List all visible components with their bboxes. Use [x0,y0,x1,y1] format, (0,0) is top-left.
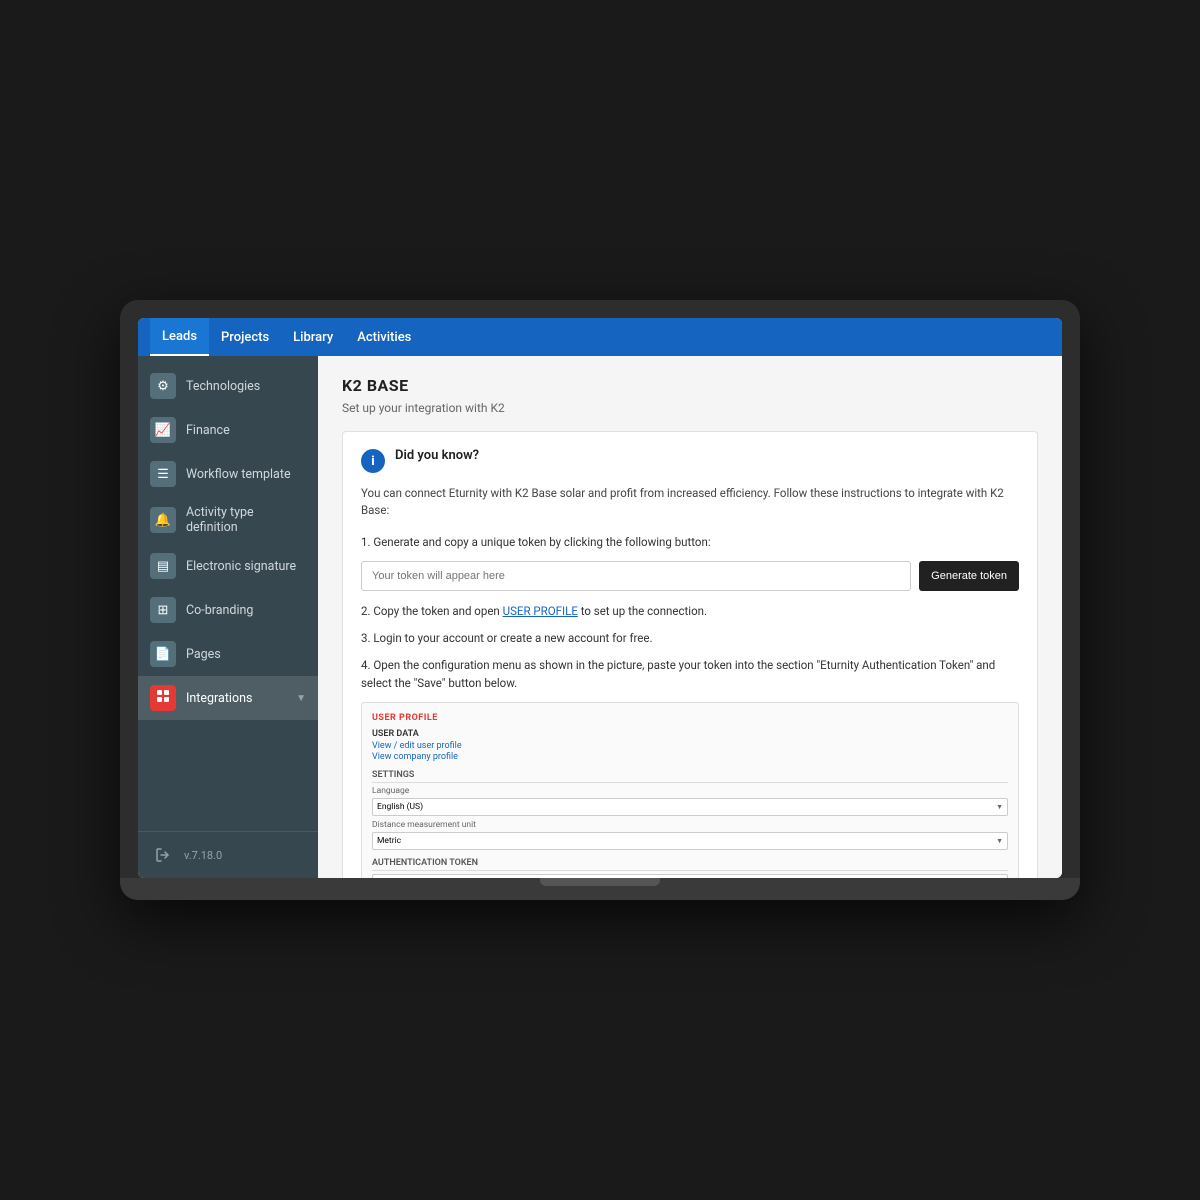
k2base-link[interactable]: USER PROFILE [503,604,578,618]
sidebar-label-pages: Pages [186,647,306,662]
info-card-title: Did you know? [395,448,479,463]
sidebar-item-pages[interactable]: 📄 Pages [138,632,318,676]
step2-text: 2. Copy the token and open USER PROFILE … [361,603,1019,620]
pages-icon: 📄 [155,647,171,662]
sidebar-item-electronic-signature[interactable]: ▤ Electronic signature [138,544,318,588]
finance-icon: 📈 [155,423,171,438]
k2-measurement-select[interactable]: Metric ▼ [372,832,1008,850]
k2-measurement-label: Distance measurement unit [372,820,1008,830]
esig-icon: ▤ [157,559,169,574]
k2-screenshot-mockup: USER PROFILE USER DATA View / edit user … [361,702,1019,878]
nav-activities[interactable]: Activities [345,318,423,356]
generate-token-button[interactable]: Generate token [919,561,1019,591]
version-label: v.7.18.0 [184,849,222,862]
sidebar-item-technologies[interactable]: ⚙ Technologies [138,364,318,408]
measurement-chevron-down-icon: ▼ [996,837,1003,845]
k2-auth-label: AUTHENTICATION TOKEN [372,858,1008,871]
page-title: K2 BASE [342,376,1038,395]
integrations-arrow: ▼ [296,693,306,704]
sidebar-item-activity-type[interactable]: 🔔 Activity type definition [138,496,318,544]
app-container: Leads Projects Library Activities [138,318,1062,878]
laptop-screen: Leads Projects Library Activities [138,318,1062,878]
main-layout: ⚙ Technologies 📈 Finance [138,356,1062,878]
k2-user-data-label: USER DATA [372,729,1008,739]
k2-section-title: USER PROFILE [372,713,1008,723]
sidebar-label-finance: Finance [186,423,306,438]
sidebar-icon-box-activity: 🔔 [150,507,176,533]
sidebar-icon-box-technologies: ⚙ [150,373,176,399]
token-row: Generate token [361,561,1019,591]
sidebar-label-technologies: Technologies [186,379,306,394]
sidebar-icon-box-pages: 📄 [150,641,176,667]
sidebar-icon-box-workflow: ☰ [150,461,176,487]
sidebar: ⚙ Technologies 📈 Finance [138,356,318,878]
step3-text: 3. Login to your account or create a new… [361,630,1019,647]
sidebar-icon-box-integrations [150,685,176,711]
sidebar-item-integrations[interactable]: Integrations ▼ [138,676,318,720]
sidebar-icon-box-esig: ▤ [150,553,176,579]
language-chevron-down-icon: ▼ [996,803,1003,811]
k2-view-edit-link[interactable]: View / edit user profile [372,741,1008,751]
k2-settings-section: SETTINGS Language English (US) ▼ Distanc… [372,770,1008,850]
sidebar-label-integrations: Integrations [186,691,286,706]
logout-icon[interactable] [150,842,176,868]
sidebar-item-finance[interactable]: 📈 Finance [138,408,318,452]
laptop-frame: Leads Projects Library Activities [120,300,1080,900]
info-header: i Did you know? [361,448,1019,473]
sidebar-icon-box-finance: 📈 [150,417,176,443]
sidebar-item-workflow-template[interactable]: ☰ Workflow template [138,452,318,496]
info-card: i Did you know? You can connect Eturnity… [342,431,1038,878]
k2-language-select[interactable]: English (US) ▼ [372,798,1008,816]
sidebar-icon-box-cobranding: ⊞ [150,597,176,623]
sidebar-label-esig: Electronic signature [186,559,306,574]
laptop-base [120,878,1080,900]
activity-icon: 🔔 [155,513,171,528]
integrations-icon [156,689,170,707]
info-description: You can connect Eturnity with K2 Base so… [361,485,1019,520]
cobranding-icon: ⊞ [158,603,169,618]
nav-library[interactable]: Library [281,318,345,356]
sidebar-label-cobranding: Co-branding [186,603,306,618]
sidebar-label-workflow: Workflow template [186,467,306,482]
step4-text: 4. Open the configuration menu as shown … [361,657,1019,692]
page-subtitle: Set up your integration with K2 [342,401,1038,415]
top-nav: Leads Projects Library Activities [138,318,1062,356]
nav-projects[interactable]: Projects [209,318,281,356]
sidebar-menu: ⚙ Technologies 📈 Finance [138,356,318,728]
workflow-icon: ☰ [157,467,169,482]
k2-settings-label: SETTINGS [372,770,1008,783]
info-icon: i [361,449,385,473]
k2-user-data-section: USER DATA View / edit user profile View … [372,729,1008,762]
token-input[interactable] [361,561,911,591]
k2-language-label: Language [372,786,1008,796]
nav-leads[interactable]: Leads [150,318,209,356]
k2-auth-section: AUTHENTICATION TOKEN Eturnity authentica… [372,858,1008,878]
k2-view-company-link[interactable]: View company profile [372,752,1008,762]
technologies-icon: ⚙ [157,379,169,394]
sidebar-item-co-branding[interactable]: ⊞ Co-branding [138,588,318,632]
step1-text: 1. Generate and copy a unique token by c… [361,534,1019,551]
sidebar-label-activity: Activity type definition [186,505,306,535]
sidebar-footer: v.7.18.0 [138,831,318,878]
main-content: K2 BASE Set up your integration with K2 … [318,356,1062,878]
